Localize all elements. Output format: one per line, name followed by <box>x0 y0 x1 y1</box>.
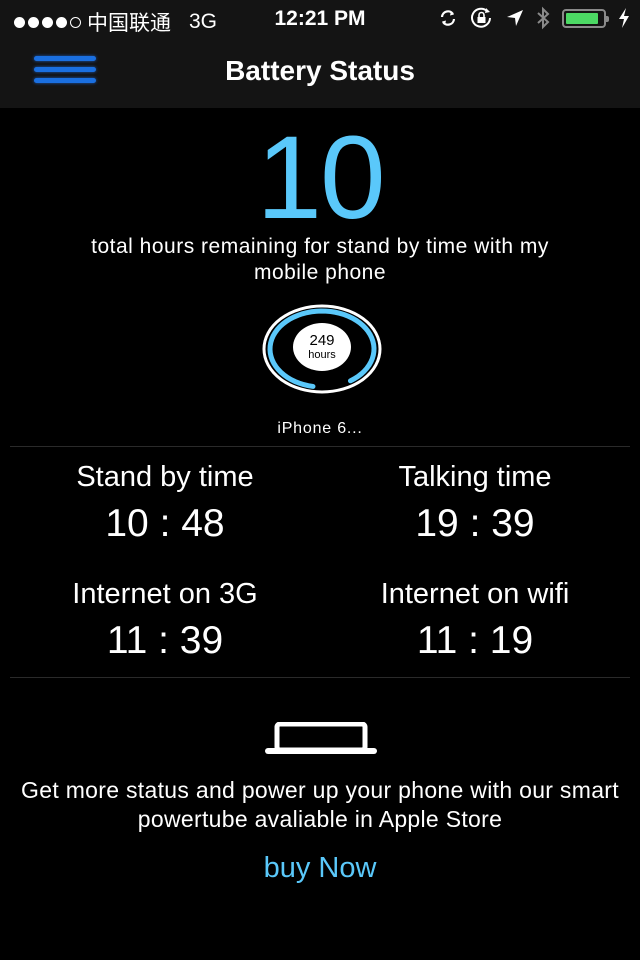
buy-now-button[interactable]: buy Now <box>0 852 640 885</box>
promo-text: Get more status and power up your phone … <box>21 777 619 832</box>
page-title: Battery Status <box>225 55 415 86</box>
battery-gauge: 249 hours <box>262 304 382 394</box>
hours-remaining-description: total hours remaining for stand by time … <box>91 235 549 284</box>
stat-value: 11 : 19 <box>416 619 534 662</box>
stat-internet-3g: Internet on 3G 11 : 39 <box>5 577 325 663</box>
stat-talking: Talking time 19 : 39 <box>315 460 635 546</box>
laptop-icon <box>264 721 378 756</box>
stat-label: Talking time <box>398 461 552 493</box>
navigation-bar: Battery Status <box>0 38 640 108</box>
sync-icon <box>438 8 458 28</box>
stat-value: 19 : 39 <box>415 502 535 545</box>
battery-level-fill <box>566 12 598 24</box>
rotation-lock-icon <box>470 7 494 29</box>
status-bar-right <box>438 6 630 30</box>
hours-remaining-value: 10 <box>256 112 385 244</box>
battery-icon <box>562 8 609 28</box>
divider <box>10 446 630 447</box>
charging-bolt-icon <box>618 8 630 28</box>
divider <box>10 677 630 678</box>
bluetooth-icon <box>536 6 550 30</box>
stat-label: Internet on 3G <box>72 578 258 610</box>
stat-label: Internet on wifi <box>380 578 570 610</box>
location-arrow-icon <box>506 9 524 27</box>
stat-standby: Stand by time 10 : 48 <box>5 460 325 546</box>
gauge-unit: hours <box>308 349 336 361</box>
device-name: iPhone 6... <box>277 420 363 437</box>
stat-value: 11 : 39 <box>106 619 224 662</box>
status-bar: 中国联通 3G 12:21 PM <box>0 0 640 38</box>
gauge-value: 249 <box>309 332 335 349</box>
battery-tip <box>606 15 609 22</box>
stat-label: Stand by time <box>76 461 254 493</box>
stat-value: 10 : 48 <box>105 502 225 545</box>
stat-internet-wifi: Internet on wifi 11 : 19 <box>315 577 635 663</box>
